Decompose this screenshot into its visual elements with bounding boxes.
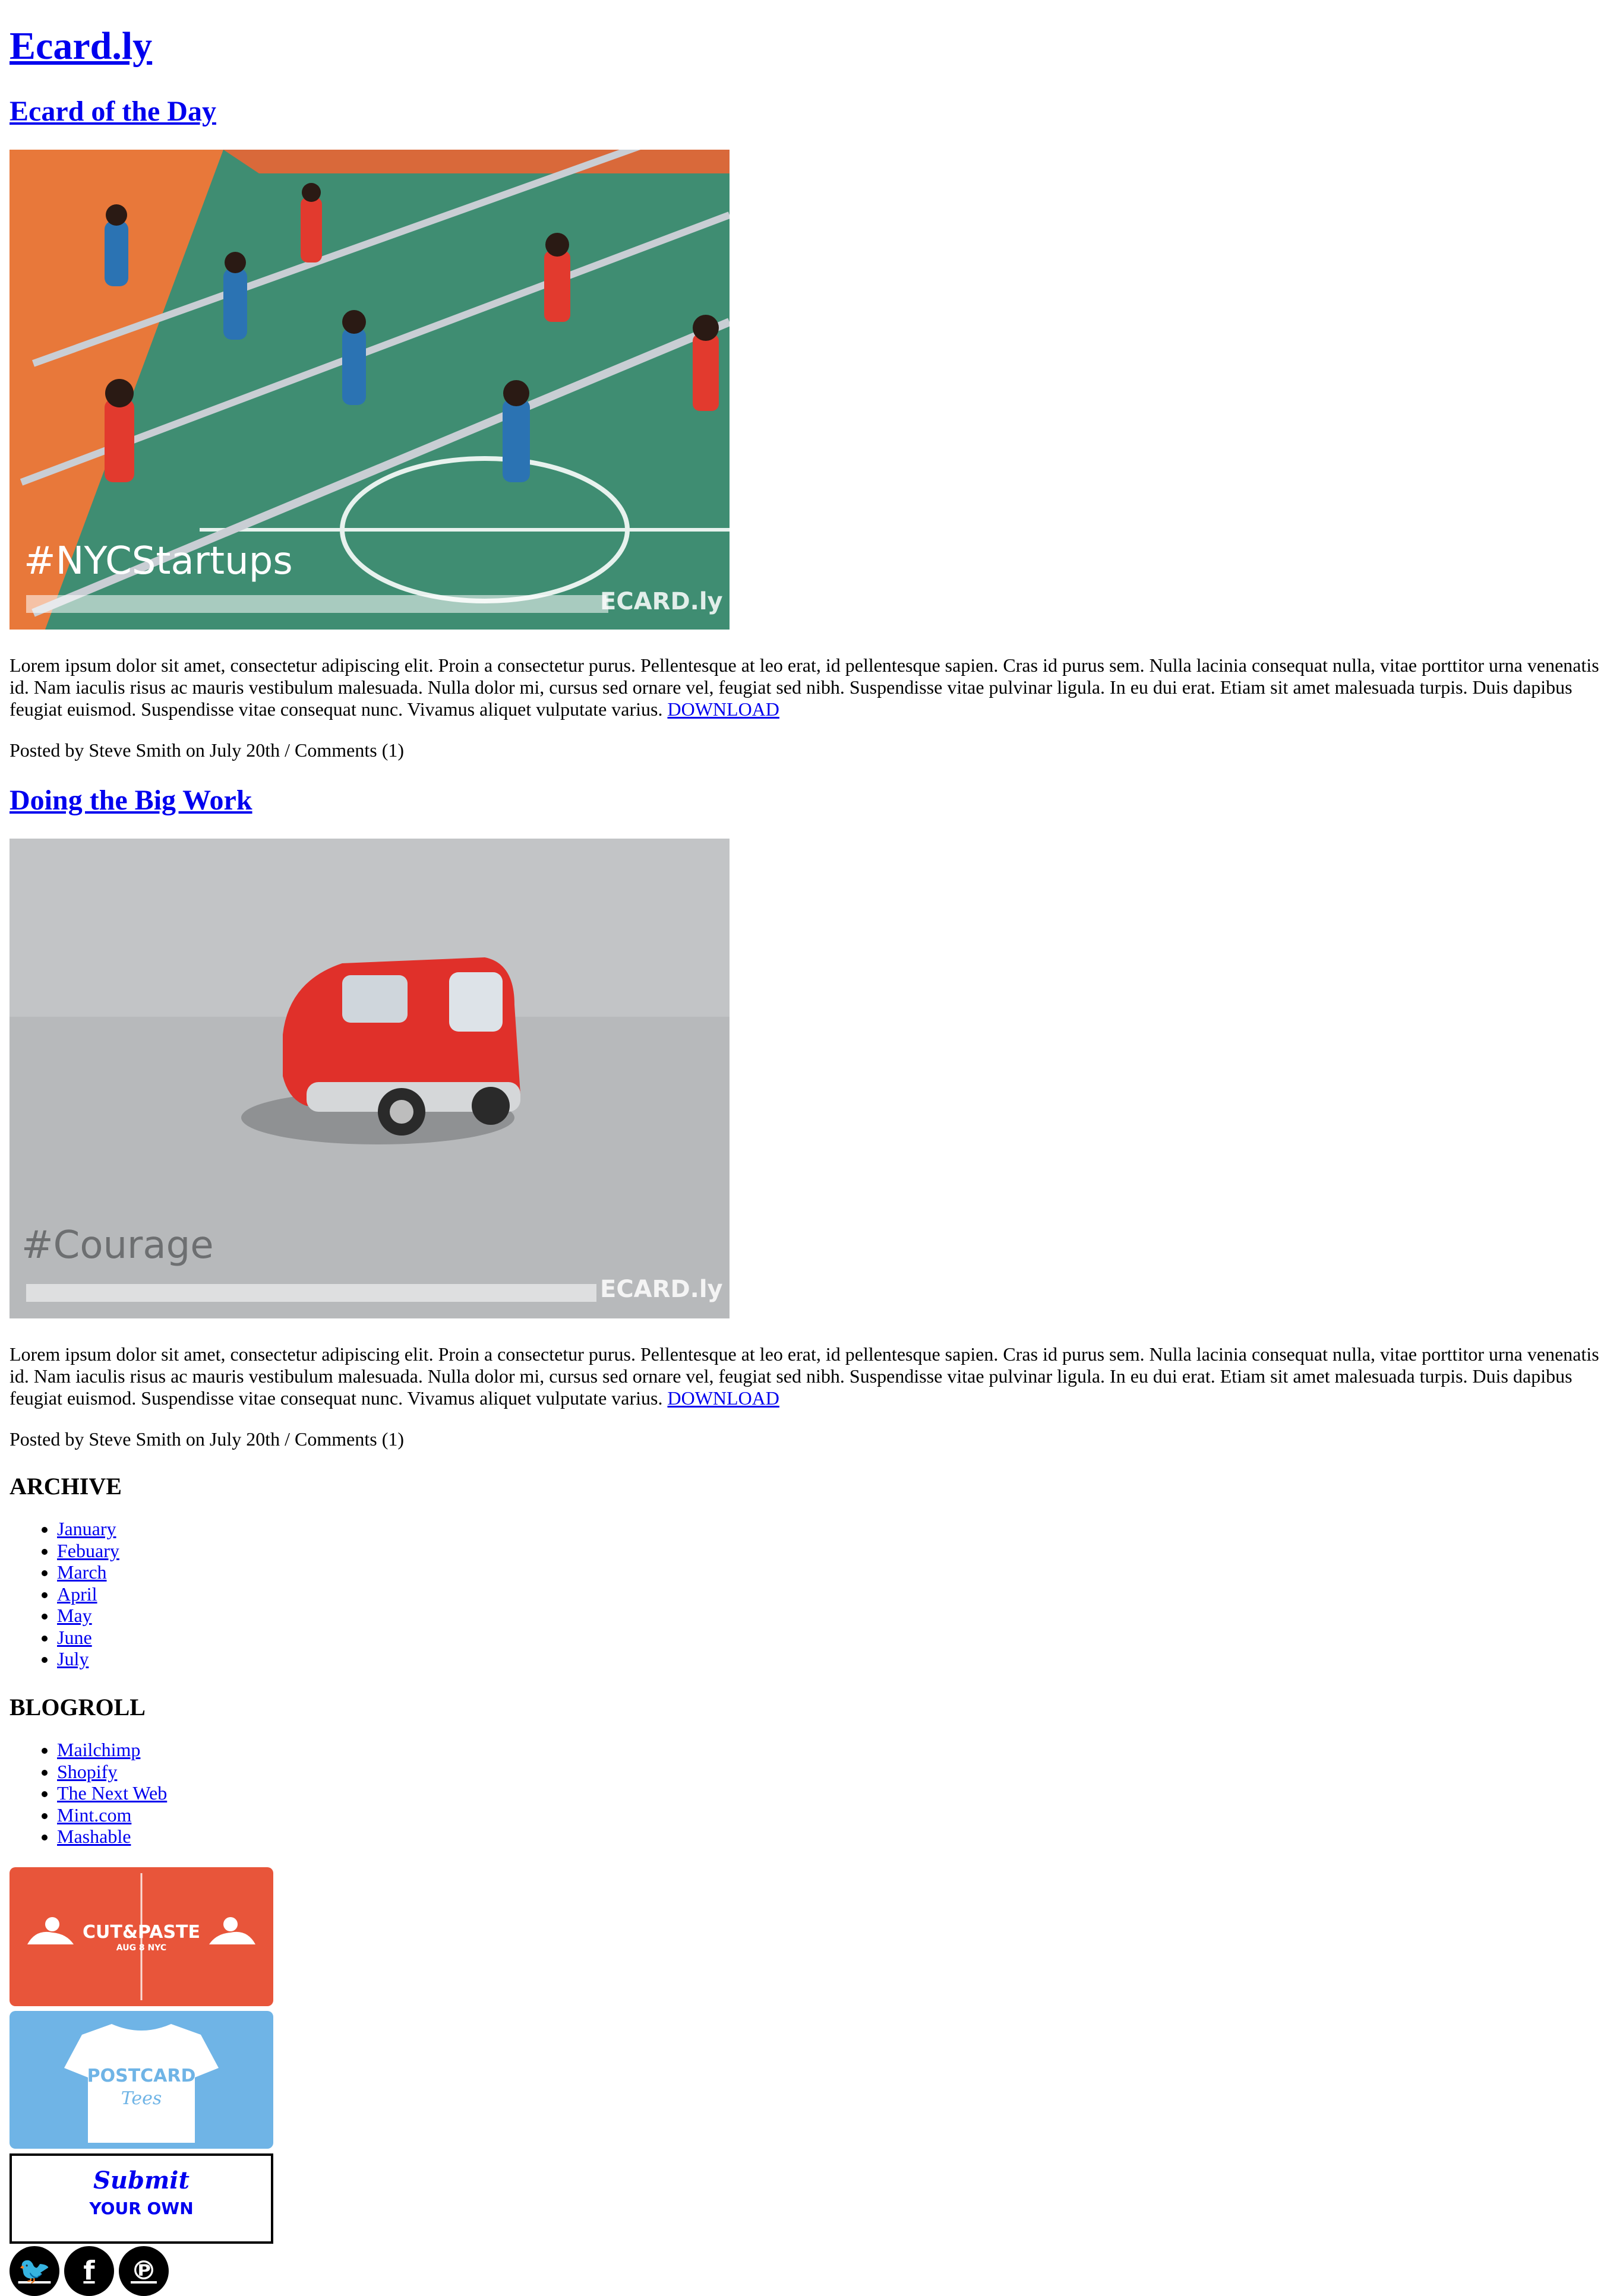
list-item: The Next Web	[57, 1782, 167, 1804]
post-hashtag: #Courage	[21, 1223, 214, 1267]
download-link[interactable]: DOWNLOAD	[667, 1387, 779, 1409]
post-body: Lorem ipsum dolor sit amet, consectetur …	[10, 654, 1613, 720]
cut-paste-banner[interactable]: CUT&PASTE AUG 8 NYC	[10, 1867, 273, 2006]
post-body-text: Lorem ipsum dolor sit amet, consectetur …	[10, 654, 1599, 720]
archive-heading: ARCHIVE	[10, 1473, 122, 1500]
banner-title: Submit	[93, 2167, 190, 2194]
post-body-text: Lorem ipsum dolor sit amet, consectetur …	[10, 1343, 1599, 1409]
page: Ecard.ly Ecard of the Day #NYCStartups E…	[0, 0, 1623, 2296]
banner-subtitle: YOUR OWN	[89, 2199, 194, 2218]
list-item: January	[57, 1518, 119, 1540]
archive-link-january[interactable]: January	[57, 1518, 116, 1539]
blogroll-link-mashable[interactable]: Mashable	[57, 1826, 131, 1847]
blogroll-heading: BLOGROLL	[10, 1694, 146, 1721]
post-hashtag: #NYCStartups	[24, 539, 293, 583]
blogroll-link-mint[interactable]: Mint.com	[57, 1804, 131, 1826]
list-item: June	[57, 1627, 119, 1649]
facebook-icon[interactable]: f	[64, 2246, 114, 2296]
banner-subtitle: AUG 8 NYC	[116, 1943, 167, 1953]
blogroll-list: Mailchimp Shopify The Next Web Mint.com …	[10, 1739, 167, 1848]
list-item: March	[57, 1561, 119, 1583]
archive-link-march[interactable]: March	[57, 1561, 107, 1583]
site-title-link[interactable]: Ecard.ly	[10, 23, 152, 70]
blogroll-link-mailchimp[interactable]: Mailchimp	[57, 1739, 140, 1760]
twitter-icon[interactable]: 🐦	[10, 2246, 59, 2296]
list-item: May	[57, 1605, 119, 1627]
pinterest-icon[interactable]: ℗	[119, 2246, 169, 2296]
list-item: July	[57, 1648, 119, 1670]
submit-your-own-banner[interactable]: Submit YOUR OWN	[10, 2153, 273, 2244]
list-item: Shopify	[57, 1761, 167, 1783]
postcard-tees-banner[interactable]: POSTCARD Tees	[10, 2011, 273, 2149]
download-link[interactable]: DOWNLOAD	[667, 698, 779, 720]
archive-link-febuary[interactable]: Febuary	[57, 1540, 119, 1561]
ecard-watermark: ECARD.ly	[600, 1276, 723, 1303]
banner-title: POSTCARD	[87, 2066, 196, 2086]
post-body: Lorem ipsum dolor sit amet, consectetur …	[10, 1343, 1613, 1409]
list-item: Febuary	[57, 1540, 119, 1562]
list-item: Mint.com	[57, 1804, 167, 1826]
archive-link-april[interactable]: April	[57, 1583, 97, 1605]
list-item: Mashable	[57, 1826, 167, 1848]
post-title-link[interactable]: Doing the Big Work	[10, 783, 252, 818]
banner-title: CUT&PASTE	[82, 1922, 201, 1943]
archive-link-july[interactable]: July	[57, 1648, 89, 1669]
blogroll-link-shopify[interactable]: Shopify	[57, 1761, 117, 1782]
ecard-watermark: ECARD.ly	[600, 588, 723, 615]
banner-subtitle: Tees	[121, 2088, 162, 2109]
archive-link-may[interactable]: May	[57, 1605, 92, 1626]
post-title-link[interactable]: Ecard of the Day	[10, 94, 216, 129]
post-meta: Posted by Steve Smith on July 20th / Com…	[10, 739, 405, 761]
blogroll-link-the-next-web[interactable]: The Next Web	[57, 1782, 167, 1804]
list-item: Mailchimp	[57, 1739, 167, 1761]
post-meta: Posted by Steve Smith on July 20th / Com…	[10, 1428, 405, 1450]
archive-list: January Febuary March April May June Jul…	[10, 1518, 119, 1670]
archive-link-june[interactable]: June	[57, 1627, 92, 1648]
list-item: April	[57, 1583, 119, 1605]
